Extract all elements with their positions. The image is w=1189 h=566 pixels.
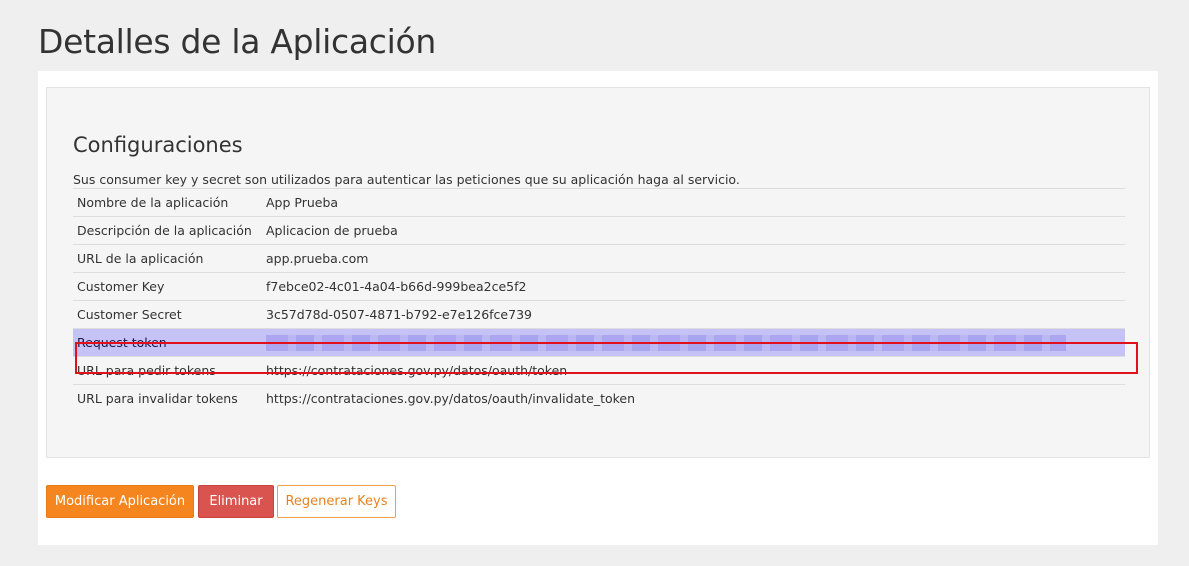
delete-button[interactable]: Eliminar bbox=[198, 485, 274, 518]
app-details-panel: Configuraciones Sus consumer key y secre… bbox=[38, 71, 1158, 545]
row-value: 3c57d78d-0507-4871-b792-e7e126fce739 bbox=[262, 300, 1125, 329]
table-row-app-description: Descripción de la aplicación Aplicacion … bbox=[73, 216, 1125, 245]
modify-application-button[interactable]: Modificar Aplicación bbox=[46, 485, 194, 518]
row-label: Customer Secret bbox=[73, 300, 262, 329]
row-value bbox=[262, 328, 1125, 357]
regenerate-keys-button[interactable]: Regenerar Keys bbox=[277, 485, 396, 518]
table-row-customer-secret: Customer Secret 3c57d78d-0507-4871-b792-… bbox=[73, 300, 1125, 329]
table-row-token-url: URL para pedir tokens https://contrataci… bbox=[73, 356, 1125, 385]
table-row-request-token: Request token bbox=[73, 328, 1125, 357]
table-row-customer-key: Customer Key f7ebce02-4c01-4a04-b66d-999… bbox=[73, 272, 1125, 301]
table-row-invalidate-url: URL para invalidar tokens https://contra… bbox=[73, 384, 1125, 413]
row-value: app.prueba.com bbox=[262, 244, 1125, 273]
config-table: Nombre de la aplicación App Prueba Descr… bbox=[73, 188, 1125, 413]
row-label: URL de la aplicación bbox=[73, 244, 262, 273]
redacted-token-value bbox=[266, 334, 1066, 351]
row-value: f7ebce02-4c01-4a04-b66d-999bea2ce5f2 bbox=[262, 272, 1125, 301]
config-well: Configuraciones Sus consumer key y secre… bbox=[46, 87, 1150, 458]
row-label: Descripción de la aplicación bbox=[73, 216, 262, 245]
row-label: Customer Key bbox=[73, 272, 262, 301]
row-value: App Prueba bbox=[262, 188, 1125, 217]
table-row-app-name: Nombre de la aplicación App Prueba bbox=[73, 188, 1125, 217]
section-title: Configuraciones bbox=[73, 133, 243, 157]
section-description: Sus consumer key y secret son utilizados… bbox=[73, 172, 740, 187]
row-label: Nombre de la aplicación bbox=[73, 188, 262, 217]
table-row-app-url: URL de la aplicación app.prueba.com bbox=[73, 244, 1125, 273]
row-label: Request token bbox=[73, 328, 262, 357]
row-value: https://contrataciones.gov.py/datos/oaut… bbox=[262, 356, 1125, 385]
row-label: URL para pedir tokens bbox=[73, 356, 262, 385]
row-label: URL para invalidar tokens bbox=[73, 384, 262, 413]
page-title: Detalles de la Aplicación bbox=[38, 22, 436, 61]
row-value: Aplicacion de prueba bbox=[262, 216, 1125, 245]
row-value: https://contrataciones.gov.py/datos/oaut… bbox=[262, 384, 1125, 413]
